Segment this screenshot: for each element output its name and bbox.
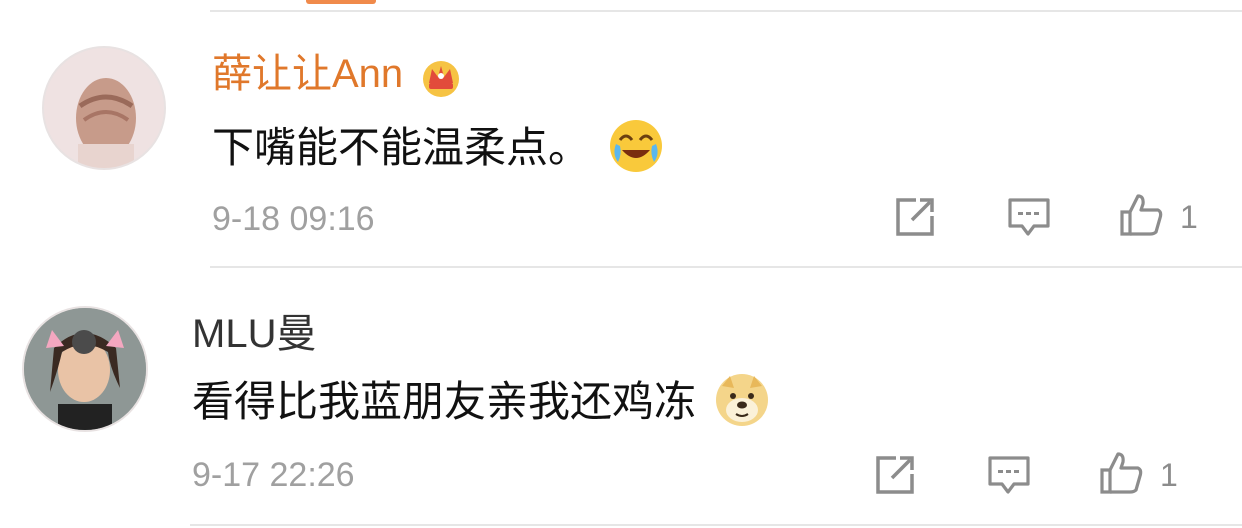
- username[interactable]: MLU曼: [192, 312, 316, 356]
- comment-icon[interactable]: [986, 452, 1032, 498]
- username[interactable]: 薛让让Ann: [212, 52, 462, 108]
- divider: [190, 524, 1242, 526]
- comment-text: 看得比我蓝朋友亲我还鸡冻: [192, 372, 770, 438]
- timestamp: 9-18 09:16: [212, 200, 375, 238]
- comment-text: 下嘴能不能温柔点。: [212, 118, 664, 184]
- like-count: 1: [1180, 199, 1198, 235]
- laugh-cry-emoji: [608, 118, 664, 184]
- thumb-up-icon[interactable]: [1098, 450, 1144, 496]
- comment-item: MLU曼 看得比我蓝朋友亲我还鸡冻 9-17 22:26 1: [0, 270, 1242, 528]
- comment-item: 薛让让Ann 下嘴能不能温柔点。 9-18 09:16 1: [0, 0, 1242, 270]
- divider: [210, 266, 1242, 268]
- comment-icon[interactable]: [1006, 194, 1052, 240]
- avatar[interactable]: [22, 306, 148, 432]
- timestamp: 9-17 22:26: [192, 456, 355, 494]
- avatar[interactable]: [42, 46, 166, 170]
- share-icon[interactable]: [892, 194, 938, 240]
- like-count: 1: [1160, 457, 1178, 493]
- share-icon[interactable]: [872, 452, 918, 498]
- doge-emoji: [714, 372, 770, 438]
- thumb-up-icon[interactable]: [1118, 192, 1164, 238]
- crown-icon: [420, 57, 462, 108]
